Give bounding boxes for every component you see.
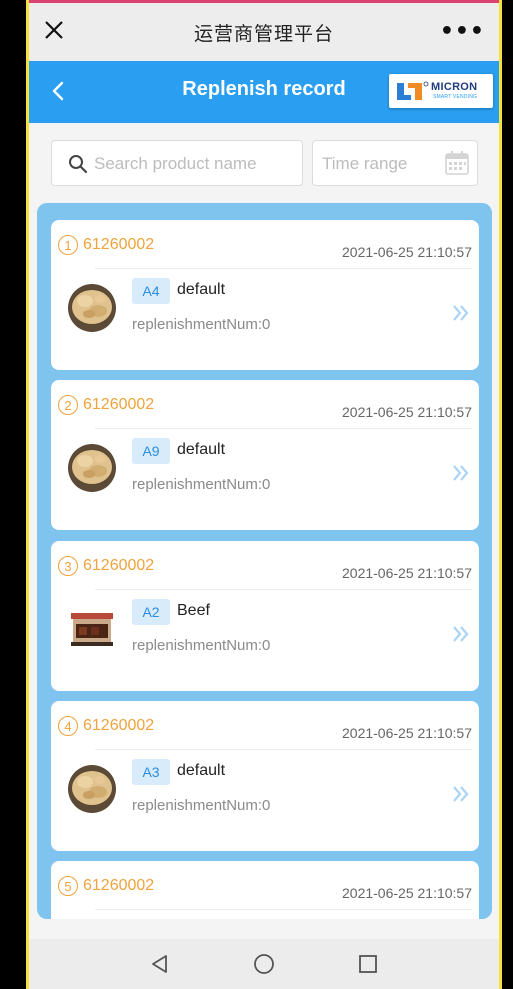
machine-id: 61260002 [83, 717, 155, 734]
double-chevron-right-icon[interactable] [451, 784, 471, 804]
double-chevron-right-icon[interactable] [451, 463, 471, 483]
record-index-badge: 4 [58, 716, 78, 736]
more-options-icon[interactable]: ••• [440, 19, 485, 44]
record-time: 2021-06-25 21:10:57 [342, 404, 472, 420]
record-index-badge: 2 [58, 395, 78, 415]
replenishment-count: replenishmentNum:0 [132, 637, 271, 654]
record-card[interactable]: 2 61260002 2021-06-25 21:10:57 A9 defaul… [51, 380, 479, 530]
slot-tag: A4 [132, 278, 170, 304]
time-range-box[interactable] [312, 140, 478, 186]
calendar-icon[interactable] [444, 150, 470, 176]
replenish-record-list: 1 61260002 2021-06-25 21:10:57 A4 defaul… [37, 203, 492, 919]
record-card[interactable]: 1 61260002 2021-06-25 21:10:57 A4 defaul… [51, 220, 479, 370]
divider [95, 909, 472, 910]
machine-id: 61260002 [83, 396, 155, 413]
machine-id: 61260002 [83, 236, 155, 253]
record-number: 4 61260002 [58, 716, 154, 736]
replenishment-count: replenishmentNum:0 [132, 316, 271, 333]
slot-tag: A2 [132, 599, 170, 625]
product-name: default [177, 281, 226, 298]
record-number: 3 61260002 [58, 556, 154, 576]
replenishment-count: replenishmentNum:0 [132, 476, 271, 493]
record-index-badge: 3 [58, 556, 78, 576]
product-name: Beef [177, 602, 210, 619]
search-icon [69, 155, 88, 174]
ginger-product-image [68, 284, 116, 332]
record-index-badge: 1 [58, 235, 78, 255]
close-icon[interactable] [41, 17, 67, 43]
micron-logo-mark [397, 81, 429, 100]
record-time: 2021-06-25 21:10:57 [342, 565, 472, 581]
search-box[interactable] [51, 140, 303, 186]
divider [95, 268, 472, 269]
time-range-input[interactable] [320, 150, 434, 178]
nav-home-icon[interactable] [252, 952, 276, 976]
logo-sub-text: SMART VENDING [433, 94, 478, 100]
frame-border-left [26, 0, 29, 989]
record-index-badge: 5 [58, 876, 78, 896]
record-time: 2021-06-25 21:10:57 [342, 885, 472, 901]
divider [95, 749, 472, 750]
android-nav-bar [29, 939, 499, 989]
record-card[interactable]: 5 61260002 2021-06-25 21:10:57 [51, 861, 479, 919]
divider [95, 428, 472, 429]
search-input[interactable] [92, 150, 296, 178]
nav-back-icon[interactable] [149, 953, 171, 975]
slot-tag: A9 [132, 438, 170, 464]
nav-recents-icon[interactable] [357, 953, 379, 975]
micron-logo: MICRON SMART VENDING [389, 74, 493, 108]
record-time: 2021-06-25 21:10:57 [342, 725, 472, 741]
record-card[interactable]: 4 61260002 2021-06-25 21:10:57 A3 defaul… [51, 701, 479, 851]
record-time: 2021-06-25 21:10:57 [342, 244, 472, 260]
product-name: default [177, 441, 226, 458]
ginger-product-image [68, 765, 116, 813]
app-header: Replenish record MICRON SMART VENDING [29, 61, 499, 123]
ginger-product-image [68, 444, 116, 492]
replenishment-count: replenishmentNum:0 [132, 797, 271, 814]
machine-id: 61260002 [83, 877, 155, 894]
app-frame: 运营商管理平台 ••• Replenish record MICRON SMAR… [26, 0, 502, 989]
double-chevron-right-icon[interactable] [451, 303, 471, 323]
product-name: default [177, 762, 226, 779]
record-number: 2 61260002 [58, 395, 154, 415]
divider [95, 589, 472, 590]
frame-border-right [499, 0, 502, 989]
record-number: 5 61260002 [58, 876, 154, 896]
record-card[interactable]: 3 61260002 2021-06-25 21:10:57 A2 Beef r… [51, 541, 479, 691]
wechat-page-title: 运营商管理平台 [193, 22, 334, 45]
double-chevron-right-icon[interactable] [451, 624, 471, 644]
slot-tag: A3 [132, 759, 170, 785]
machine-id: 61260002 [83, 557, 155, 574]
record-number: 1 61260002 [58, 235, 154, 255]
wechat-title-bar: 运营商管理平台 ••• [29, 3, 499, 61]
logo-brand-text: MICRON [431, 81, 478, 93]
beef-product-image [71, 613, 113, 646]
